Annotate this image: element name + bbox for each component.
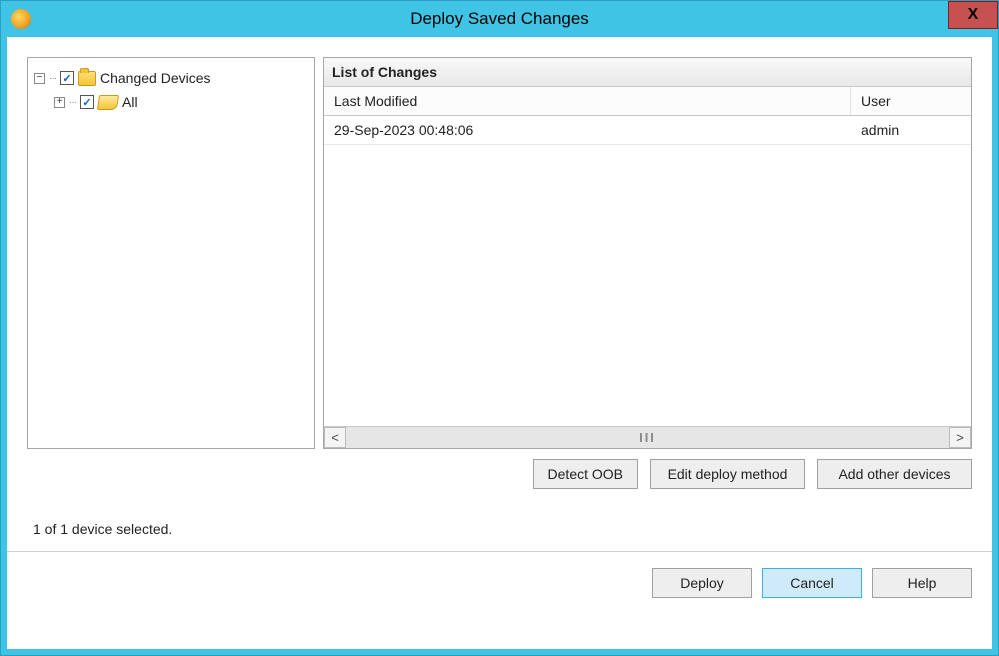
tree-child-label: All xyxy=(122,94,138,110)
action-buttons: Detect OOB Edit deploy method Add other … xyxy=(27,449,972,493)
column-last-modified[interactable]: Last Modified xyxy=(324,87,851,115)
help-button[interactable]: Help xyxy=(872,568,972,598)
deploy-button[interactable]: Deploy xyxy=(652,568,752,598)
tree-root-label: Changed Devices xyxy=(100,70,211,86)
folder-icon xyxy=(78,71,96,86)
table-body: 29-Sep-2023 00:48:06 admin xyxy=(324,116,971,426)
scroll-right-button[interactable]: > xyxy=(949,427,971,448)
tree-root-item[interactable]: − ··· ✓ Changed Devices xyxy=(34,66,308,90)
footer-buttons: Deploy Cancel Help xyxy=(27,552,972,600)
folder-open-icon xyxy=(97,95,119,110)
window-title: Deploy Saved Changes xyxy=(410,9,589,29)
titlebar: Deploy Saved Changes X xyxy=(1,1,998,37)
close-button[interactable]: X xyxy=(948,1,998,29)
collapse-icon[interactable]: − xyxy=(34,73,45,84)
changes-panel: List of Changes Last Modified User 29-Se… xyxy=(323,57,972,449)
column-user[interactable]: User xyxy=(851,87,971,115)
table-header: Last Modified User xyxy=(324,87,971,116)
cancel-button[interactable]: Cancel xyxy=(762,568,862,598)
horizontal-scrollbar[interactable]: < III > xyxy=(324,426,971,448)
deploy-window: Deploy Saved Changes X − ··· ✓ Changed D… xyxy=(0,0,999,656)
chevron-right-icon: > xyxy=(956,430,964,445)
detect-oob-button[interactable]: Detect OOB xyxy=(533,459,638,489)
content-row: − ··· ✓ Changed Devices + ··· ✓ All List… xyxy=(27,57,972,449)
status-text: 1 of 1 device selected. xyxy=(27,493,972,551)
tree-child-item[interactable]: + ··· ✓ All xyxy=(34,90,308,114)
device-tree: − ··· ✓ Changed Devices + ··· ✓ All xyxy=(27,57,315,449)
changes-title: List of Changes xyxy=(324,58,971,87)
child-checkbox[interactable]: ✓ xyxy=(80,95,94,109)
client-area: − ··· ✓ Changed Devices + ··· ✓ All List… xyxy=(7,37,992,649)
add-other-devices-button[interactable]: Add other devices xyxy=(817,459,972,489)
tree-connector-icon: ··· xyxy=(49,73,56,84)
tree-connector-icon: ··· xyxy=(69,97,76,108)
cell-modified: 29-Sep-2023 00:48:06 xyxy=(324,116,851,144)
edit-deploy-method-button[interactable]: Edit deploy method xyxy=(650,459,805,489)
cell-user: admin xyxy=(851,116,971,144)
scroll-left-button[interactable]: < xyxy=(324,427,346,448)
app-icon xyxy=(11,9,31,29)
expand-icon[interactable]: + xyxy=(54,97,65,108)
close-icon: X xyxy=(968,6,979,24)
root-checkbox[interactable]: ✓ xyxy=(60,71,74,85)
chevron-left-icon: < xyxy=(331,430,339,445)
table-row[interactable]: 29-Sep-2023 00:48:06 admin xyxy=(324,116,971,145)
scroll-track[interactable]: III xyxy=(346,427,949,448)
